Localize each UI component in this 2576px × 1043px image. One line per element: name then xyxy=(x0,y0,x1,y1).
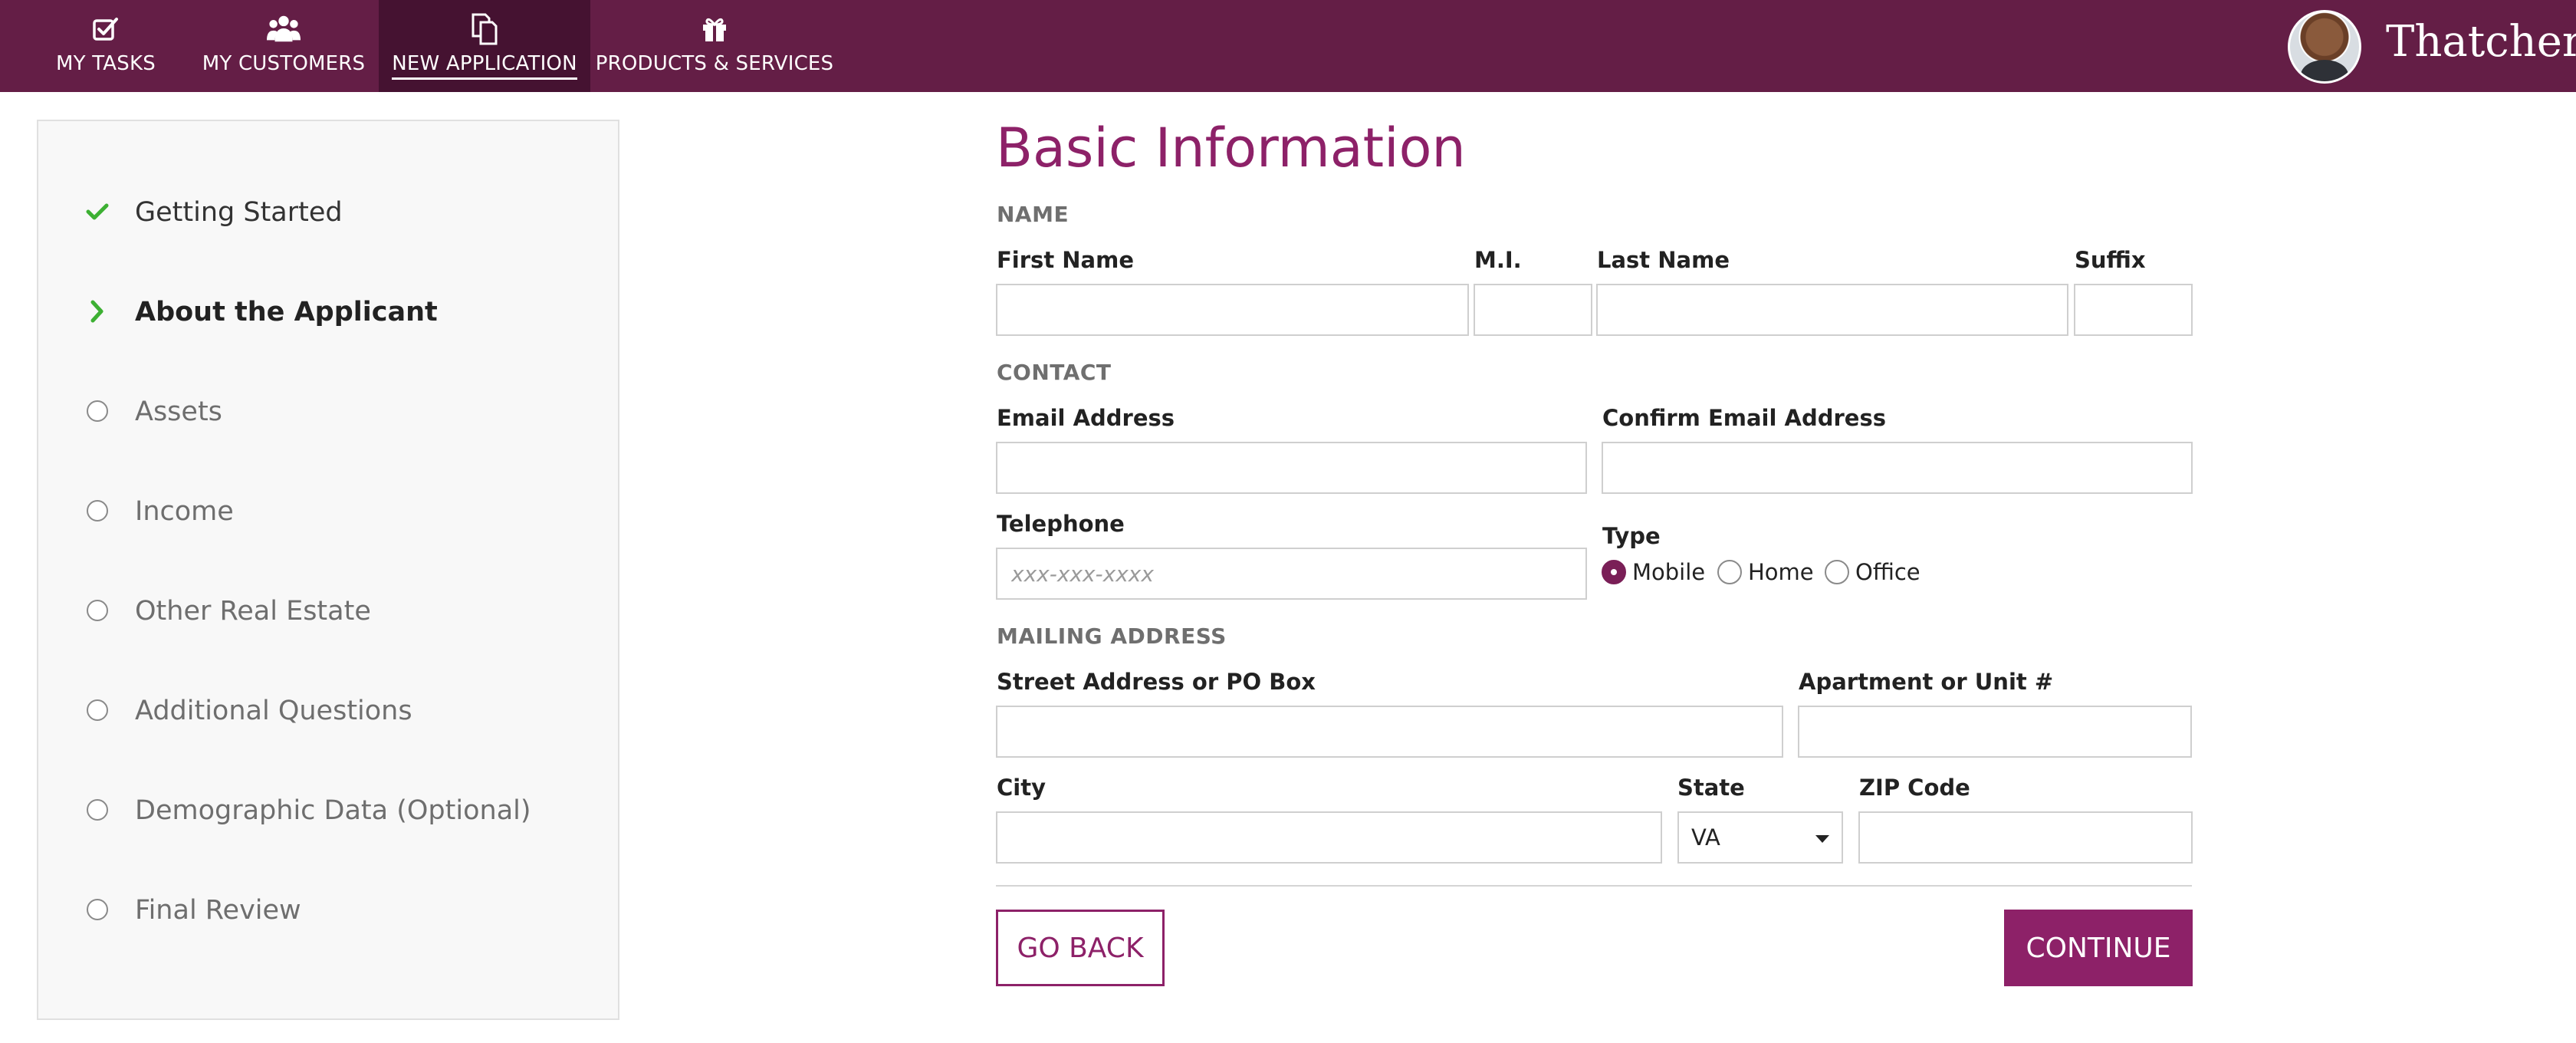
chevron-right-icon xyxy=(86,300,109,323)
radio-label: Home xyxy=(1748,559,1814,585)
radio-office[interactable]: Office xyxy=(1825,558,1921,587)
last-name-label: Last Name xyxy=(1597,247,1730,273)
circle-icon xyxy=(86,400,109,423)
step-other-real-estate[interactable]: Other Real Estate xyxy=(38,587,618,633)
step-label: Other Real Estate xyxy=(135,596,371,627)
circle-icon xyxy=(86,699,109,722)
step-about-the-applicant[interactable]: About the Applicant xyxy=(38,288,618,334)
user-avatar[interactable] xyxy=(2288,10,2361,84)
radio-dot xyxy=(1717,560,1742,584)
city-label: City xyxy=(997,775,1046,801)
street-label: Street Address or PO Box xyxy=(997,669,1316,695)
circle-icon xyxy=(86,798,109,821)
nav-my-customers[interactable]: MY CUSTOMERS xyxy=(201,0,366,92)
radio-dot xyxy=(1825,560,1849,584)
radio-label: Office xyxy=(1855,559,1921,585)
middle-initial-input[interactable] xyxy=(1474,284,1592,336)
step-label: Demographic Data (Optional) xyxy=(135,795,531,826)
circle-icon xyxy=(86,499,109,522)
phone-type-label: Type xyxy=(1602,523,1661,549)
form-divider xyxy=(996,885,2192,887)
circle-icon xyxy=(86,599,109,622)
step-label: Assets xyxy=(135,396,222,427)
radio-home[interactable]: Home xyxy=(1717,558,1814,587)
section-heading-name: NAME xyxy=(997,202,1070,227)
nav-label: MY TASKS xyxy=(56,52,156,75)
nav-label: PRODUCTS & SERVICES xyxy=(595,52,834,75)
nav-my-tasks[interactable]: MY TASKS xyxy=(46,0,166,92)
step-income[interactable]: Income xyxy=(38,487,618,533)
brand-logo: Thatcher. xyxy=(2386,17,2576,67)
city-input[interactable] xyxy=(996,811,1662,864)
email-label: Email Address xyxy=(997,405,1175,431)
mi-label: M.I. xyxy=(1474,247,1522,273)
step-assets[interactable]: Assets xyxy=(38,387,618,433)
checkbox-check-icon xyxy=(89,12,123,46)
top-navigation-bar: MY TASKS MY CUSTOMERS NEW APPLICATION PR… xyxy=(0,0,2576,92)
nav-products-services[interactable]: PRODUCTS & SERVICES xyxy=(596,0,833,92)
confirm-email-input[interactable] xyxy=(1602,442,2193,494)
gift-icon xyxy=(698,12,731,46)
step-label: Getting Started xyxy=(135,197,343,228)
application-steps-sidebar: Getting Started About the Applicant Asse… xyxy=(37,120,619,1020)
suffix-label: Suffix xyxy=(2075,247,2146,273)
state-select-value: VA xyxy=(1691,824,1720,851)
documents-icon xyxy=(468,12,501,46)
continue-button[interactable]: CONTINUE xyxy=(2004,910,2193,986)
suffix-input[interactable] xyxy=(2074,284,2193,336)
first-name-label: First Name xyxy=(997,247,1134,273)
step-label: Final Review xyxy=(135,895,301,926)
section-heading-mailing-address: MAILING ADDRESS xyxy=(997,623,1227,649)
nav-label: MY CUSTOMERS xyxy=(202,52,366,75)
step-label: About the Applicant xyxy=(135,297,438,327)
go-back-button[interactable]: GO BACK xyxy=(996,910,1165,986)
zip-label: ZIP Code xyxy=(1859,775,1970,801)
apartment-input[interactable] xyxy=(1798,706,2192,758)
telephone-input[interactable] xyxy=(996,548,1587,600)
step-final-review[interactable]: Final Review xyxy=(38,886,618,932)
state-label: State xyxy=(1677,775,1745,801)
email-input[interactable] xyxy=(996,442,1587,494)
step-label: Income xyxy=(135,496,234,527)
circle-icon xyxy=(86,898,109,921)
radio-label: Mobile xyxy=(1632,559,1706,585)
step-additional-questions[interactable]: Additional Questions xyxy=(38,686,618,732)
page-title: Basic Information xyxy=(996,117,1466,179)
nav-label: NEW APPLICATION xyxy=(392,52,577,80)
apartment-label: Apartment or Unit # xyxy=(1799,669,2054,695)
nav-new-application[interactable]: NEW APPLICATION xyxy=(379,0,590,92)
caret-down-icon xyxy=(1815,835,1829,843)
confirm-email-label: Confirm Email Address xyxy=(1602,405,1886,431)
first-name-input[interactable] xyxy=(996,284,1469,336)
telephone-label: Telephone xyxy=(997,511,1125,537)
users-icon xyxy=(267,12,301,46)
check-icon xyxy=(86,200,109,223)
step-getting-started[interactable]: Getting Started xyxy=(38,188,618,234)
zip-code-input[interactable] xyxy=(1858,811,2193,864)
radio-mobile[interactable]: Mobile xyxy=(1602,558,1705,587)
radio-dot xyxy=(1602,560,1626,584)
state-select[interactable]: VA xyxy=(1677,811,1843,864)
section-heading-contact: CONTACT xyxy=(997,360,1112,385)
step-label: Additional Questions xyxy=(135,696,412,726)
last-name-input[interactable] xyxy=(1596,284,2068,336)
step-demographic-data[interactable]: Demographic Data (Optional) xyxy=(38,786,618,832)
street-address-input[interactable] xyxy=(996,706,1783,758)
